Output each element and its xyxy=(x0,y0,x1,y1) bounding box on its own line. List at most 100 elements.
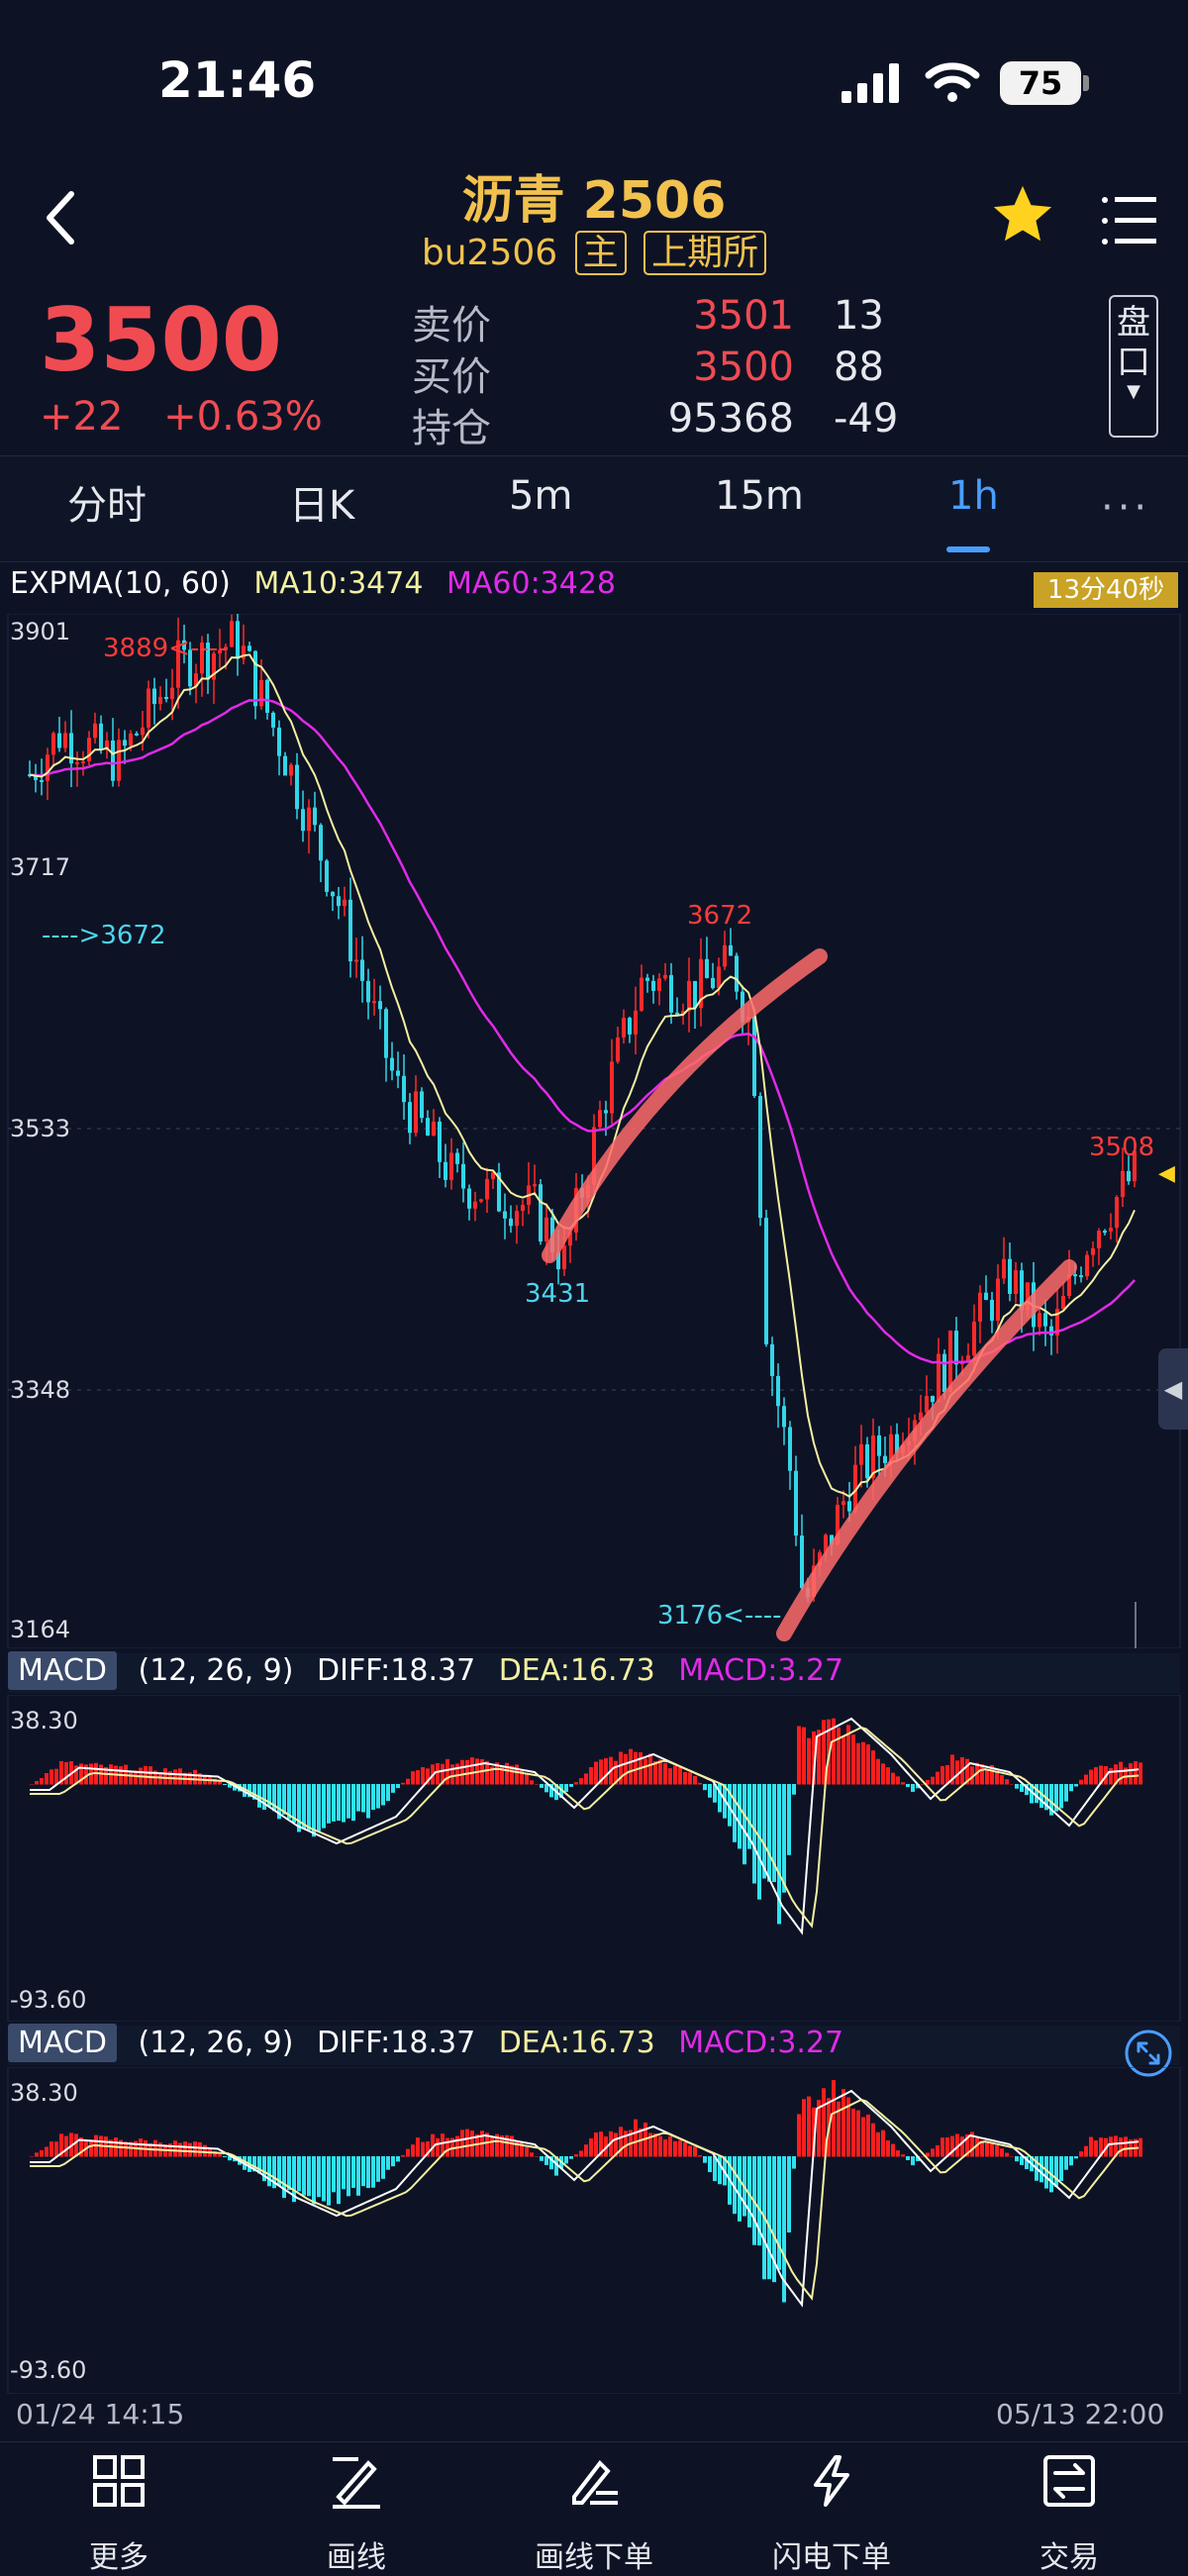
open-interest-change: -49 xyxy=(834,396,899,442)
macd-bar xyxy=(851,1734,855,1785)
nav-more[interactable]: 更多 xyxy=(0,2453,238,2576)
candlestick-chart[interactable]: ◀ xyxy=(0,614,1188,1648)
macd-bar xyxy=(911,2156,915,2166)
order-book-button[interactable]: 盘口 ▼ xyxy=(1109,295,1158,438)
macd-bar xyxy=(490,2137,494,2157)
macd-bar xyxy=(703,1784,707,1791)
macd-bar xyxy=(351,2156,355,2188)
macd-bar xyxy=(317,1784,321,1832)
macd-bar xyxy=(450,1764,454,1785)
candle-body xyxy=(1043,1313,1047,1327)
macd-tag[interactable]: MACD xyxy=(8,2024,117,2062)
macd-bar xyxy=(223,1784,227,1786)
candle-body xyxy=(467,1188,471,1209)
candle-body xyxy=(782,1406,786,1428)
macd-bar xyxy=(470,2130,474,2157)
signal-icon xyxy=(842,63,899,103)
tab-5m[interactable]: 5m xyxy=(509,473,572,519)
ma60-line xyxy=(29,698,1136,1365)
battery-indicator: 75 xyxy=(1000,61,1081,105)
candle-body xyxy=(794,1470,798,1536)
macd-bar xyxy=(698,2155,702,2157)
y-tick-top: 3901 xyxy=(10,618,71,645)
macd-bar xyxy=(302,1784,306,1830)
tab-daily-k[interactable]: 日K xyxy=(289,473,354,531)
candle-body xyxy=(990,1299,994,1322)
macd-bar xyxy=(782,1784,786,1893)
tab-15m[interactable]: 15m xyxy=(715,473,804,519)
macd-bar xyxy=(564,2156,568,2164)
bar-countdown: 13分40秒 xyxy=(1034,572,1178,608)
macd-bar xyxy=(35,1781,39,1785)
nav-draw-line[interactable]: 画线 xyxy=(238,2453,475,2576)
tab-intraday[interactable]: 分时 xyxy=(67,473,147,531)
macd-bar xyxy=(931,2148,935,2157)
candle-body xyxy=(158,696,162,705)
macd-bar xyxy=(960,2136,964,2157)
macd1-y-bottom: -93.60 xyxy=(10,1986,87,2014)
macd-bar xyxy=(1015,1784,1019,1789)
indicator-name: EXPMA(10, 60) xyxy=(10,566,231,601)
macd-bar xyxy=(535,2156,539,2157)
macd-bar xyxy=(663,2139,667,2157)
macd-bar xyxy=(980,1764,984,1785)
macd-bar xyxy=(792,1784,796,1795)
candle-body xyxy=(40,779,44,782)
macd-bar xyxy=(931,1776,935,1785)
candle-body xyxy=(1091,1247,1095,1255)
tab-1h[interactable]: 1h xyxy=(948,473,999,519)
candle-body xyxy=(705,958,709,978)
nav-trade[interactable]: 交易 xyxy=(950,2453,1188,2576)
candle-body xyxy=(230,621,234,647)
candle-body xyxy=(925,1395,929,1413)
macd-bar xyxy=(35,2152,39,2157)
nav-flash-order[interactable]: 闪电下单 xyxy=(713,2453,950,2576)
candle-body xyxy=(598,1110,602,1128)
more-periods-button[interactable]: ··· xyxy=(1101,485,1150,531)
macd-bar xyxy=(866,2114,870,2157)
candle-body xyxy=(610,1061,614,1114)
menu-button[interactable] xyxy=(1101,194,1156,253)
candle-body xyxy=(1121,1170,1125,1198)
candle-body xyxy=(1085,1254,1089,1277)
candle-body xyxy=(877,1435,881,1456)
candle-body xyxy=(669,974,673,1013)
macd-bar xyxy=(708,2156,712,2173)
bid-volume: 88 xyxy=(834,345,884,390)
candle-body xyxy=(283,755,287,776)
side-panel-handle[interactable]: ◀ xyxy=(1158,1348,1188,1430)
macd-bar xyxy=(148,1766,152,1785)
macd-diff-line xyxy=(30,1717,1139,1935)
macd-bar xyxy=(787,1784,791,1855)
trade-icon xyxy=(950,2453,1188,2523)
macd-bar xyxy=(1089,1769,1093,1785)
macd-bar xyxy=(386,1784,390,1802)
candle-body xyxy=(378,1001,382,1010)
exchange-tag: 上期所 xyxy=(644,231,767,275)
macd-bar xyxy=(342,1784,346,1823)
macd-bar xyxy=(446,2137,449,2157)
order-book-label: 盘口 xyxy=(1117,303,1150,382)
candle-body xyxy=(455,1152,459,1164)
candle-body xyxy=(170,687,174,700)
macd-bar xyxy=(703,2156,707,2163)
macd-bar xyxy=(1119,2137,1123,2157)
macd-bar xyxy=(807,1737,811,1785)
macd-bar xyxy=(837,1727,841,1785)
macd-tag[interactable]: MACD xyxy=(8,1651,117,1690)
macd-bar xyxy=(881,1763,885,1785)
annotation-left-low: ---->3672 xyxy=(42,921,166,950)
favorite-button[interactable] xyxy=(988,180,1057,260)
candle-body xyxy=(675,1012,679,1015)
macd-bar xyxy=(406,2148,410,2157)
candle-body xyxy=(313,807,317,826)
macd-bar xyxy=(1069,1784,1073,1792)
candle-body xyxy=(544,1217,548,1242)
macd-bar xyxy=(683,2142,687,2157)
macd-bar xyxy=(361,2156,365,2187)
candle-body xyxy=(622,1018,626,1038)
candle-body xyxy=(432,1121,436,1136)
candle-body xyxy=(562,1245,566,1270)
macd-bar xyxy=(391,1784,395,1793)
nav-draw-order[interactable]: 画线下单 xyxy=(475,2453,713,2576)
